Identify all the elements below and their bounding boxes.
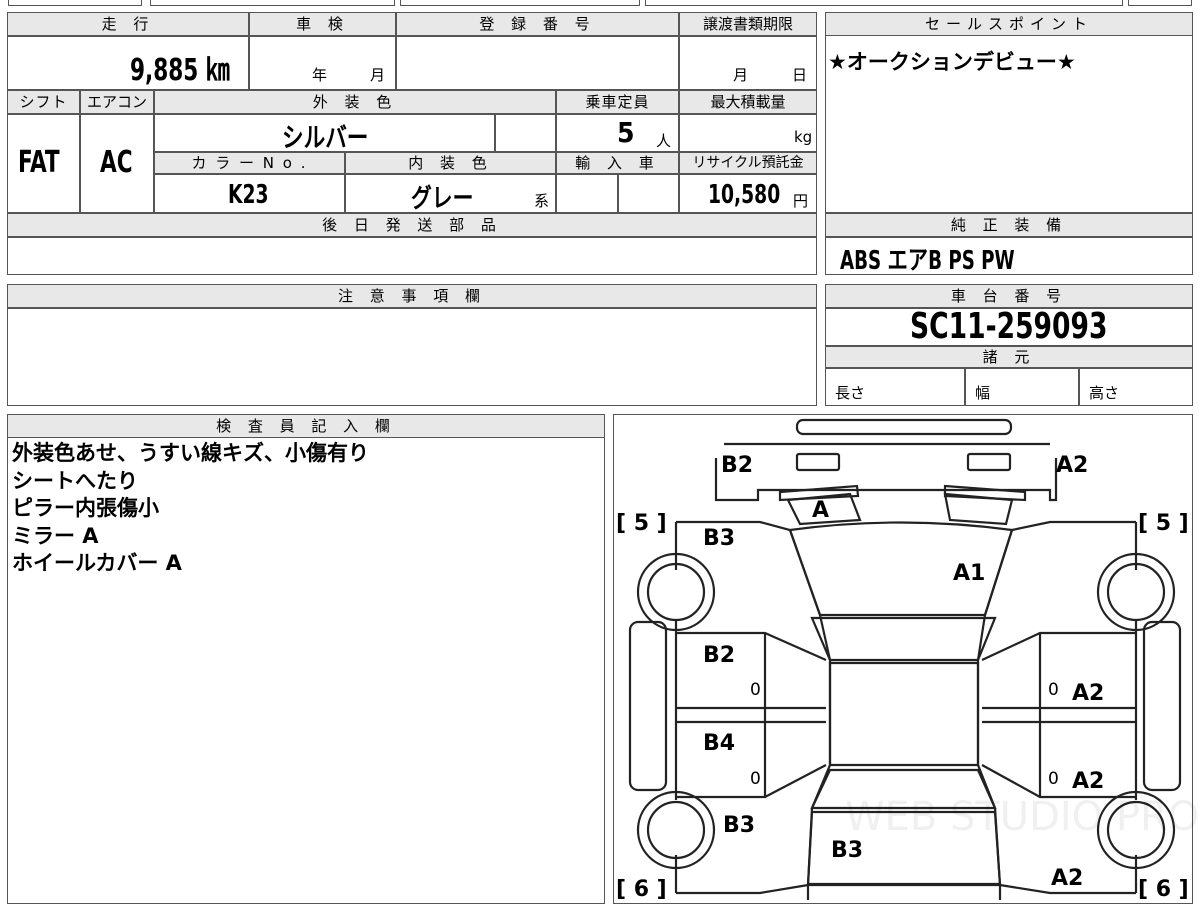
shift-value: FAT	[18, 145, 60, 180]
chassis-header: 車 台 番 号	[825, 284, 1193, 308]
transfer-deadline-header: 譲渡書類期限	[679, 12, 817, 36]
mark-zero: 0	[750, 769, 761, 789]
transfer-month-unit: 月	[733, 66, 749, 84]
specs-length-label: 長さ	[835, 384, 866, 402]
mark-a-windshield: A	[812, 498, 829, 523]
mark-b2-top-left: B2	[721, 453, 753, 478]
notes-cell	[7, 308, 817, 406]
tire-count-front-right: [ 5 ]	[1138, 511, 1189, 536]
mark-a1-hood: A1	[953, 561, 985, 586]
capacity-value: 5	[617, 116, 635, 149]
registration-header: 登 録 番 号	[396, 12, 679, 36]
ac-header: エアコン	[80, 90, 154, 114]
recycle-header: リサイクル預託金	[679, 152, 817, 174]
ac-value: AC	[100, 145, 133, 180]
mark-b2-left-door: B2	[703, 643, 735, 668]
top-strip	[0, 0, 1200, 8]
mark-a2-right-rear-door: A2	[1072, 769, 1104, 794]
equipment-header: 純 正 装 備	[825, 213, 1193, 237]
inspector-line: ミラー A	[12, 523, 99, 548]
import-cell-2	[618, 174, 679, 213]
later-parts-cell	[7, 237, 817, 275]
inspector-line: ピラー内張傷小	[12, 496, 159, 520]
inspector-line: ホイールカバー A	[12, 551, 182, 575]
max-load-unit: kg	[794, 128, 813, 146]
inspection-year-unit: 年	[312, 66, 328, 84]
watermark-text: WEB STUDIO PRO	[845, 794, 1199, 840]
inspection-header: 車 検	[249, 12, 396, 36]
sales-point-box	[825, 12, 1193, 213]
mark-zero: 0	[750, 680, 761, 700]
mark-b3-left-rear: B3	[723, 813, 755, 838]
mark-b3-left-front: B3	[703, 526, 735, 551]
recycle-unit: 円	[793, 192, 809, 210]
car-diagram: WEB STUDIO PRO B2 A2 A B3 A1 B2 B4 B3 B3…	[616, 418, 1199, 900]
inspector-line: 外装色あせ、うすい線キズ、小傷有り	[12, 441, 369, 465]
exterior-color-extra-cell	[495, 114, 556, 152]
transfer-day-unit: 日	[792, 66, 808, 84]
capacity-header: 乗車定員	[556, 90, 679, 114]
notes-header: 注 意 事 項 欄	[7, 284, 817, 308]
sales-point-text: ★オークションデビュー★	[828, 50, 1076, 74]
mark-b4-left-rear-door: B4	[703, 731, 735, 756]
tire-count-front-left: [ 5 ]	[616, 511, 667, 536]
mileage-header: 走 行	[7, 12, 249, 36]
sales-point-header: セールスポイント	[825, 12, 1193, 36]
recycle-value: 10,580	[708, 180, 781, 210]
mark-b3-rear: B3	[831, 838, 863, 863]
mark-a2-top-right: A2	[1056, 453, 1088, 478]
mileage-value: 9,885 ㎞	[130, 53, 230, 88]
import-cell-1	[556, 174, 618, 213]
shift-header: シフト	[7, 90, 80, 114]
color-no-header: カ ラ ー N o .	[154, 152, 345, 174]
interior-color-value: グレー	[411, 184, 474, 214]
tire-count-rear-right: [ 6 ]	[1138, 877, 1189, 900]
capacity-unit: 人	[656, 132, 672, 150]
color-no-value: K23	[228, 180, 269, 210]
registration-cell	[396, 36, 679, 90]
import-header: 輸 入 車	[556, 152, 679, 174]
chassis-value: SC11-259093	[910, 306, 1108, 347]
specs-header: 諸 元	[825, 346, 1193, 368]
mark-a2-right-door: A2	[1072, 681, 1104, 706]
specs-height-label: 高さ	[1089, 384, 1120, 402]
max-load-header: 最大積載量	[679, 90, 817, 114]
specs-width-label: 幅	[975, 384, 991, 402]
exterior-color-header: 外 装 色	[154, 90, 556, 114]
equipment-value: ABS エアB PS PW	[840, 246, 1015, 276]
later-parts-header: 後 日 発 送 部 品	[7, 213, 817, 237]
exterior-color-value: シルバー	[282, 123, 369, 154]
interior-color-suffix: 系	[534, 192, 550, 210]
mark-zero: 0	[1048, 680, 1059, 700]
inspector-header: 検 査 員 記 入 欄	[7, 414, 605, 438]
inspector-line: シートへたり	[12, 468, 138, 493]
tire-count-rear-left: [ 6 ]	[616, 877, 667, 900]
inspection-month-unit: 月	[370, 66, 386, 84]
mark-zero: 0	[1048, 769, 1059, 789]
interior-color-header: 内 装 色	[345, 152, 556, 174]
mark-a2-bottom-right: A2	[1051, 866, 1083, 891]
inspector-lines: 外装色あせ、うすい線キズ、小傷有り シートへたり ピラー内張傷小 ミラー A ホ…	[12, 440, 592, 578]
